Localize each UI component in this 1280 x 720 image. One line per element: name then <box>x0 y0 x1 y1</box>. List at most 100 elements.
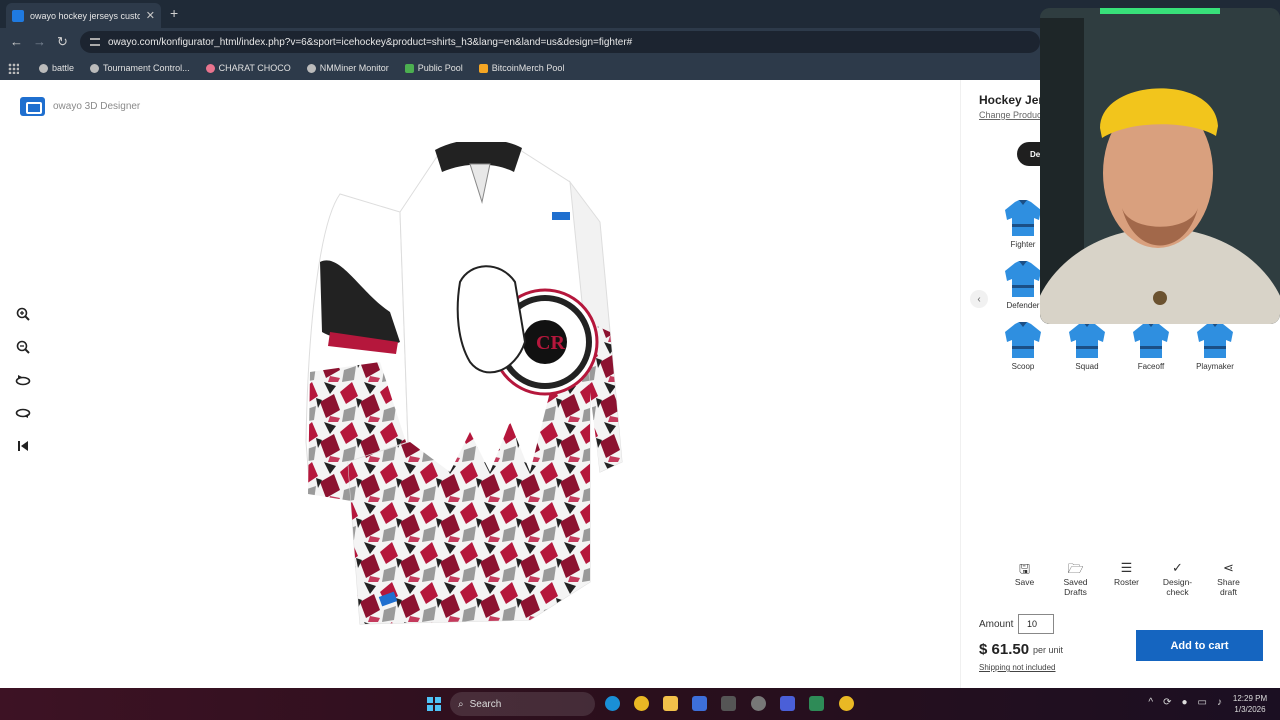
zoom-out-icon[interactable] <box>14 339 32 355</box>
action-label: Saved Drafts <box>1063 577 1088 597</box>
jersey-thumbnail-icon <box>1133 322 1169 358</box>
pool-icon <box>404 63 414 73</box>
search-icon: ⌕ <box>458 698 464 710</box>
design-label: Defender <box>1006 301 1040 310</box>
shipping-link[interactable]: Shipping not included <box>979 663 1056 672</box>
design-option[interactable]: Faceoff <box>1119 320 1183 371</box>
save-button[interactable]: 🖫 Save <box>999 560 1050 597</box>
globe-icon <box>39 63 48 73</box>
clock-time: 12:29 PM <box>1232 694 1268 703</box>
app-icon[interactable] <box>751 696 766 711</box>
browser-tab[interactable]: owayo hockey jerseys custom m ✕ <box>6 3 161 28</box>
chrome-icon[interactable] <box>634 696 649 711</box>
folder-icon: 🗁 <box>1067 561 1084 576</box>
system-tray: ^ ⟳ ● ▭ ♪ <box>1148 697 1222 708</box>
bookmark-label: Tournament Control... <box>103 63 190 73</box>
amount-input[interactable] <box>1018 614 1054 634</box>
bookmark-bitcoinmerch-pool[interactable]: BitcoinMerch Pool <box>473 63 571 73</box>
design-label: Scoop <box>1011 362 1035 371</box>
clock[interactable]: 12:29 PM 1/3/2026 <box>1228 693 1272 715</box>
taskbar-search[interactable]: ⌕ Search <box>450 692 595 716</box>
taskbar-search-label: Search <box>469 698 502 710</box>
action-label: Share draft <box>1217 577 1240 597</box>
design-label: Playmaker <box>1196 362 1234 371</box>
design-label: Faceoff <box>1137 362 1165 371</box>
chevron-up-icon[interactable]: ^ <box>1148 697 1153 708</box>
zoom-in-icon[interactable] <box>14 306 32 322</box>
new-tab-icon[interactable]: + <box>170 5 178 21</box>
designer-canvas[interactable]: owayo 3D Designer CR <box>0 80 960 688</box>
bookmark-label: NMMiner Monitor <box>319 63 389 73</box>
edge-icon[interactable] <box>605 696 620 711</box>
apps-grid-icon[interactable] <box>8 62 19 74</box>
url-input[interactable]: owayo.com/konfigurator_html/index.php?v=… <box>80 31 1040 53</box>
charat-icon <box>205 63 215 73</box>
design-label: Fighter <box>1010 240 1036 249</box>
jersey-thumbnail-icon <box>1069 322 1105 358</box>
reset-view-icon[interactable] <box>14 438 32 454</box>
network-icon[interactable]: ⟳ <box>1163 697 1171 708</box>
volume-icon[interactable]: ♪ <box>1217 697 1222 708</box>
back-icon[interactable]: ← <box>10 34 23 49</box>
bookmark-battle[interactable]: battle <box>33 63 80 73</box>
saved-drafts-button[interactable]: 🗁 Saved Drafts <box>1050 560 1101 597</box>
action-label: Save <box>1014 577 1035 587</box>
bookmark-charat-choco[interactable]: CHARAT CHOCO <box>200 63 297 73</box>
bookmark-label: battle <box>52 63 75 73</box>
taskbar: ⌕ Search ^ ⟳ ● ▭ ♪ 12:29 PM 1/3/2026 <box>0 688 1280 720</box>
site-info-icon[interactable] <box>90 38 100 46</box>
jersey-thumbnail-icon <box>1197 322 1233 358</box>
excel-icon[interactable] <box>809 696 824 711</box>
bookmark-label: BitcoinMerch Pool <box>491 63 565 73</box>
change-product-link[interactable]: Change Produc <box>979 110 1042 120</box>
jersey-thumbnail-icon <box>1005 200 1041 236</box>
bookmark-tournament-control[interactable]: Tournament Control... <box>84 63 196 73</box>
owayo-logo: owayo 3D Designer <box>20 97 140 116</box>
carousel-prev-icon[interactable]: ‹ <box>970 290 988 308</box>
list-icon: ☰ <box>1120 560 1133 575</box>
rotate-left-icon[interactable] <box>14 372 32 388</box>
product-title: Hockey Jer <box>979 93 1044 107</box>
url-text: owayo.com/konfigurator_html/index.php?v=… <box>108 36 633 48</box>
add-to-cart-button[interactable]: Add to cart <box>1136 630 1263 661</box>
design-option[interactable]: Scoop <box>991 320 1055 371</box>
check-circle-icon: ✓ <box>1172 560 1183 575</box>
rotate-right-icon[interactable] <box>14 405 32 421</box>
roster-button[interactable]: ☰ Roster <box>1101 560 1152 597</box>
windows-start-icon[interactable] <box>427 697 441 711</box>
app-icon[interactable] <box>780 696 795 711</box>
logo-text: owayo 3D Designer <box>53 101 141 112</box>
close-tab-icon[interactable]: ✕ <box>146 9 155 22</box>
jersey-thumbnail-icon <box>1005 261 1041 297</box>
file-explorer-icon[interactable] <box>663 696 678 711</box>
svg-text:CR: CR <box>536 332 565 354</box>
globe-icon <box>306 63 316 73</box>
store-icon[interactable] <box>692 696 707 711</box>
jersey-thumbnail-icon <box>1005 322 1041 358</box>
reload-icon[interactable]: ↻ <box>57 34 68 50</box>
design-label: Squad <box>1075 362 1099 371</box>
action-label: Roster <box>1113 577 1140 587</box>
owayo-logo-icon <box>20 97 45 116</box>
share-icon: ⋖ <box>1223 560 1234 575</box>
chrome-active-icon[interactable] <box>839 696 854 711</box>
app-icon[interactable] <box>721 696 736 711</box>
bookmark-nmminer-monitor[interactable]: NMMiner Monitor <box>301 63 395 73</box>
share-draft-button[interactable]: ⋖ Share draft <box>1203 560 1254 597</box>
view-tools <box>14 306 32 454</box>
jersey-3d-preview[interactable]: CR <box>300 142 630 632</box>
per-unit-label: per unit <box>1033 645 1064 655</box>
design-option[interactable]: Squad <box>1055 320 1119 371</box>
design-check-button[interactable]: ✓ Design- check <box>1152 560 1203 597</box>
action-label: Design- check <box>1162 577 1193 597</box>
mic-icon[interactable]: ● <box>1182 697 1188 708</box>
bitcoin-icon <box>478 63 488 73</box>
design-option[interactable]: Playmaker <box>1183 320 1247 371</box>
bookmark-public-pool[interactable]: Public Pool <box>399 63 469 73</box>
forward-icon[interactable]: → <box>33 34 46 49</box>
webcam-overlay <box>1040 8 1280 324</box>
display-icon[interactable]: ▭ <box>1198 697 1207 708</box>
owayo-favicon-icon <box>12 9 24 22</box>
action-bar: 🖫 Save 🗁 Saved Drafts ☰ Roster ✓ Design-… <box>999 560 1254 597</box>
bookmark-label: CHARAT CHOCO <box>218 63 291 73</box>
